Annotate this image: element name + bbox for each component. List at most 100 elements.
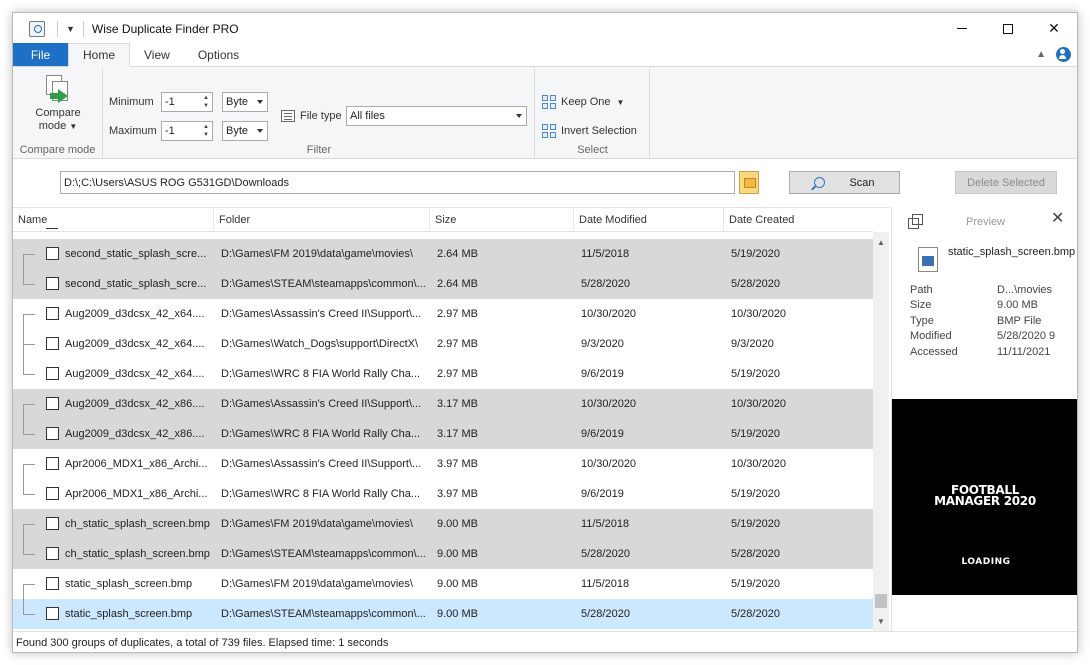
minimize-icon [957,28,967,29]
group-connector [23,269,45,299]
title-bar: ▼ Wise Duplicate Finder PRO ✕ [13,13,1077,44]
invert-selection-button[interactable]: Invert Selection [542,124,637,138]
meta-value: 5/28/2020 9 [997,330,1056,343]
row-checkbox[interactable] [46,457,59,470]
minimum-input[interactable]: -1 ▲ ▼ [161,92,213,112]
chevron-down-icon: ▼ [69,122,78,131]
scan-path-input[interactable]: D:\;C:\Users\ASUS ROG G531GD\Downloads [60,171,735,194]
spinner-arrows-icon[interactable]: ▲ ▼ [200,93,212,111]
minimize-button[interactable] [939,13,985,44]
table-row[interactable]: second_static_splash_scre... D:\Games\FM … [13,239,873,269]
folder-cell: D:\Games\FM 2019\data\game\movies\ [221,248,413,260]
meta-row: Type BMP File [910,313,1077,329]
row-checkbox[interactable] [46,487,59,500]
meta-key: Type [910,314,934,327]
row-checkbox[interactable] [46,547,59,560]
group-connector [23,509,45,539]
table-header: Name Folder Size Date Modified Date Crea… [13,208,873,232]
table-row[interactable]: Aug2009_d3dcsx_42_x64.... D:\Games\Watch_… [13,329,873,359]
column-header-date-modified[interactable]: Date Modified [574,208,724,232]
delete-selected-button[interactable]: Delete Selected [955,171,1057,194]
table-row[interactable]: Aug2009_d3dcsx_42_x86.... D:\Games\WRC 8 … [13,419,873,449]
compare-mode-button[interactable]: Compare mode ▼ [31,75,85,133]
size-cell: 3.17 MB [437,428,478,440]
keep-one-button[interactable]: Keep One ▼ [542,95,624,109]
file-type-select[interactable]: All files [346,106,527,126]
size-cell: 9.00 MB [437,518,478,530]
column-header-name[interactable]: Name [13,208,214,232]
tab-file[interactable]: File [13,43,68,66]
tab-options[interactable]: Options [184,43,253,66]
maximum-unit-select[interactable]: Byte [222,121,268,141]
group-connector [23,389,45,419]
table-row[interactable]: Apr2006_MDX1_x86_Archi... D:\Games\WRC 8 … [13,479,873,509]
date-created-cell: 5/19/2020 [731,368,780,380]
table-row[interactable]: second_static_splash_scre... D:\Games\STE… [13,269,873,299]
ribbon: Compare mode ▼ Compare mode Minimum -1 ▲… [13,67,1077,159]
column-header-folder[interactable]: Folder [214,208,430,232]
row-checkbox[interactable] [46,517,59,530]
spinner-arrows-icon[interactable]: ▲ ▼ [200,122,212,140]
copy-icon[interactable] [908,214,923,229]
file-type-label: File type [300,110,342,122]
size-cell: 2.97 MB [437,308,478,320]
row-checkbox[interactable] [46,607,59,620]
file-name-cell: static_splash_screen.bmp [65,608,193,620]
scroll-down-icon[interactable]: ▼ [873,613,889,629]
tab-home[interactable]: Home [68,43,131,67]
path-bar: D:\;C:\Users\ASUS ROG G531GD\Downloads S… [13,159,1077,207]
meta-row: Path D...\movies [910,282,1077,298]
row-checkbox[interactable] [46,337,59,350]
table-row[interactable]: Apr2006_MDX1_x86_Archi... D:\Games\Assass… [13,449,873,479]
file-name-cell: Aug2009_d3dcsx_42_x64.... [65,338,205,350]
close-button[interactable]: ✕ [1031,13,1077,44]
group-label: Compare mode [19,144,96,156]
table-row[interactable]: static_splash_screen.bmp D:\Games\FM 2019… [13,569,873,599]
file-name-cell: second_static_splash_scre... [65,278,207,290]
file-name-cell: ch_static_splash_screen.bmp [65,518,210,530]
scan-button[interactable]: Scan [789,171,900,194]
row-checkbox[interactable] [46,397,59,410]
table-row[interactable]: ch_static_splash_screen.bmp D:\Games\FM 2… [13,509,873,539]
vertical-scrollbar[interactable]: ▲ ▼ [873,232,889,631]
tab-view[interactable]: View [130,43,184,66]
close-icon: ✕ [1048,20,1060,36]
date-modified-cell: 9/6/2019 [581,368,624,380]
user-account-icon[interactable] [1056,47,1071,62]
scroll-up-icon[interactable]: ▲ [873,234,889,250]
date-created-cell: 5/28/2020 [731,608,780,620]
table-row[interactable]: ch_static_splash_screen.bmp D:\Games\STEA… [13,539,873,569]
row-checkbox[interactable] [46,577,59,590]
minimum-unit-select[interactable]: Byte [222,92,268,112]
size-cell: 2.97 MB [437,368,478,380]
browse-folder-button[interactable] [739,171,759,194]
date-created-cell: 10/30/2020 [731,458,787,470]
size-cell: 9.00 MB [437,578,478,590]
group-connector [23,569,45,599]
table-row[interactable]: Aug2009_d3dcsx_42_x86.... D:\Games\Assass… [13,389,873,419]
row-checkbox[interactable] [46,427,59,440]
row-checkbox[interactable] [46,247,59,260]
quick-access-dropdown-icon[interactable]: ▼ [66,24,75,34]
date-modified-cell: 10/30/2020 [581,308,637,320]
row-checkbox[interactable] [46,307,59,320]
column-header-size[interactable]: Size [430,208,574,232]
table-row[interactable]: static_splash_screen.bmp D:\Games\STEAM\s… [13,599,873,629]
folder-cell: D:\Games\WRC 8 FIA World Rally Cha... [221,488,421,500]
meta-key: Modified [910,330,952,343]
date-modified-cell: 9/6/2019 [581,488,624,500]
row-checkbox[interactable] [46,277,59,290]
close-preview-icon[interactable]: ✕ [1051,211,1064,227]
maximum-input[interactable]: -1 ▲ ▼ [161,121,213,141]
meta-value: D...\movies [997,283,1053,296]
file-name-cell: Aug2009_d3dcsx_42_x64.... [65,368,205,380]
row-checkbox[interactable] [46,367,59,380]
collapse-ribbon-icon[interactable]: ▲ [1036,49,1046,60]
column-header-date-created[interactable]: Date Created [724,208,873,232]
table-row[interactable]: Aug2009_d3dcsx_42_x64.... D:\Games\WRC 8 … [13,359,873,389]
scroll-thumb[interactable] [875,594,887,608]
folder-cell: D:\Games\STEAM\steamapps\common\... [221,548,426,560]
meta-row: Accessed 11/11/2021 [910,344,1077,360]
maximize-button[interactable] [985,13,1031,44]
table-row[interactable]: Aug2009_d3dcsx_42_x64.... D:\Games\Assass… [13,299,873,329]
